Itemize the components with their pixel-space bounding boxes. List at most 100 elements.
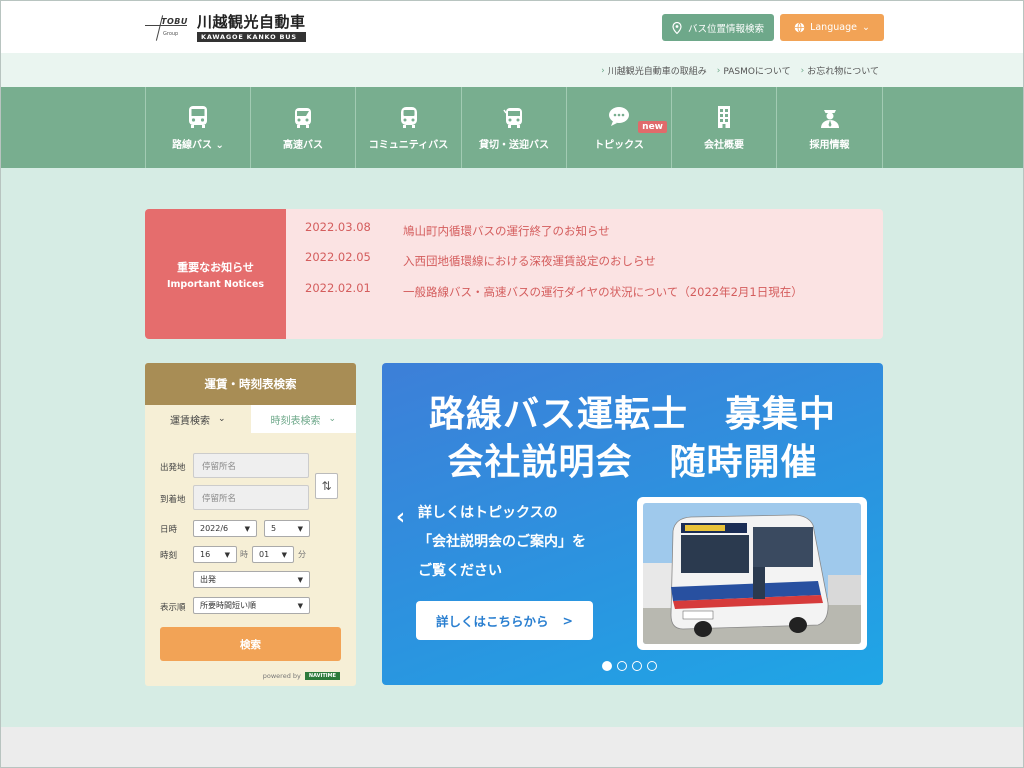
slider-dot-1[interactable] bbox=[602, 661, 612, 671]
swap-arrows-icon: ⇅ bbox=[321, 479, 332, 493]
banner-details-button[interactable]: 詳しくはこちらから > bbox=[416, 601, 593, 640]
arrival-input[interactable]: 停留所名 bbox=[193, 485, 309, 510]
swap-stops-button[interactable]: ⇅ bbox=[315, 473, 338, 499]
nav-item-recruit[interactable]: 採用情報 bbox=[777, 87, 883, 168]
charter-bus-icon bbox=[503, 107, 522, 128]
banner-title-line1: 路線バス運転士 募集中 bbox=[428, 394, 836, 435]
chevron-down-icon: ⌄ bbox=[328, 414, 337, 424]
hour-select[interactable]: 16 ▼ bbox=[193, 546, 237, 563]
nav-label-company: 会社概要 bbox=[704, 139, 744, 151]
group-text: Group bbox=[163, 31, 179, 37]
tab-timetable-search[interactable]: 時刻表検索 ⌄ bbox=[250, 405, 356, 433]
nav-item-charter-bus[interactable]: 貸切・送迎バス bbox=[462, 87, 567, 168]
notice-date: 2022.02.01 bbox=[305, 281, 371, 295]
chevron-right-icon: > bbox=[562, 613, 573, 628]
chevron-down-icon: ⌄ bbox=[861, 22, 870, 33]
date-label: 日時 bbox=[160, 525, 178, 535]
sort-order-select[interactable]: 所要時間短い順 ▼ bbox=[193, 597, 310, 614]
banner-title-line2: 会社説明会 随時開催 bbox=[447, 442, 818, 483]
slider-dot-4[interactable] bbox=[647, 661, 657, 671]
notice-item[interactable]: 2022.02.01 一般路線バス・高速バスの運行ダイヤの状況について（2022… bbox=[305, 281, 863, 304]
time-label: 時刻 bbox=[160, 551, 178, 561]
utility-link-initiatives[interactable]: › 川越観光自動車の取組み bbox=[601, 64, 707, 78]
order-label: 表示順 bbox=[160, 603, 186, 613]
search-button[interactable]: 検索 bbox=[160, 627, 341, 661]
notices-heading-en: Important Notices bbox=[166, 278, 264, 290]
main-nav: 路線バス ⌄ 高速バス コミュニティバス 貸切・送迎バス トピックス new 会… bbox=[1, 87, 1023, 168]
powered-by: powered by NAVITIME bbox=[263, 672, 340, 680]
minute-select[interactable]: 01 ▼ bbox=[252, 546, 294, 563]
notice-title: 鳩山町内循環バスの運行終了のお知らせ bbox=[403, 224, 610, 238]
nav-label-topics: トピックス bbox=[594, 139, 644, 151]
fare-timetable-search: 運賃・時刻表検索 運賃検索 ⌄ 時刻表検索 ⌄ 出発地 停留所名 到着地 停留所名 … bbox=[145, 363, 356, 686]
slider-dot-3[interactable] bbox=[632, 661, 642, 671]
nav-item-company[interactable]: 会社概要 bbox=[672, 87, 777, 168]
utility-links-bar: › 川越観光自動車の取組み › PASMOについて › お忘れ物について bbox=[1, 53, 1023, 87]
dropdown-triangle-icon: ▼ bbox=[244, 524, 250, 533]
nav-label-highway-bus: 高速バス bbox=[283, 139, 323, 151]
recruit-banner-slider[interactable]: 路線バス運転士 募集中 会社説明会 随時開催 詳しくはトピックスの 「会社説明会… bbox=[382, 363, 883, 685]
slider-dot-2[interactable] bbox=[617, 661, 627, 671]
date-month-select[interactable]: 2022/6 ▼ bbox=[193, 520, 257, 537]
company-name-en: KAWAGOE KANKO BUS bbox=[197, 31, 306, 42]
notice-item[interactable]: 2022.03.08 鳩山町内循環バスの運行終了のお知らせ bbox=[305, 220, 863, 243]
company-name-jp: 川越観光自動車 bbox=[197, 12, 306, 31]
slider-prev-arrow-icon[interactable]: ‹ bbox=[396, 505, 405, 530]
nav-label-community-bus: コミュニティバス bbox=[368, 139, 449, 151]
dropdown-triangle-icon: ▼ bbox=[297, 524, 303, 533]
dropdown-triangle-icon: ▼ bbox=[297, 575, 303, 584]
nav-item-highway-bus[interactable]: 高速バス bbox=[251, 87, 356, 168]
important-notices: 重要なお知らせ Important Notices 2022.03.08 鳩山町… bbox=[145, 209, 883, 339]
dropdown-triangle-icon: ▼ bbox=[297, 601, 303, 610]
tobu-group-logo: TOBU Group bbox=[145, 13, 187, 41]
notice-date: 2022.02.05 bbox=[305, 250, 371, 264]
tab-fare-search[interactable]: 運賃検索 ⌄ bbox=[145, 405, 251, 433]
chevron-right-icon: › bbox=[716, 65, 721, 76]
navitime-logo[interactable]: NAVITIME bbox=[304, 672, 340, 680]
hour-unit: 時 bbox=[240, 550, 248, 559]
chevron-right-icon: › bbox=[601, 65, 605, 76]
chevron-right-icon: › bbox=[800, 65, 805, 76]
date-day-select[interactable]: 5 ▼ bbox=[264, 520, 310, 537]
slider-dots bbox=[602, 661, 657, 671]
nav-item-community-bus[interactable]: コミュニティバス bbox=[356, 87, 462, 168]
notice-title: 一般路線バス・高速バスの運行ダイヤの状況について（2022年2月1日現在） bbox=[403, 285, 803, 299]
highway-bus-icon bbox=[295, 107, 311, 128]
notices-heading: 重要なお知らせ Important Notices bbox=[145, 209, 286, 339]
chevron-down-icon: ⌄ bbox=[217, 414, 226, 424]
bus-image bbox=[643, 503, 861, 644]
site-logo[interactable]: TOBU Group 川越観光自動車 KAWAGOE KANKO BUS bbox=[145, 11, 306, 43]
nav-item-topics[interactable]: トピックス new bbox=[567, 87, 672, 168]
nav-label-recruit: 採用情報 bbox=[809, 139, 850, 151]
nav-item-route-bus[interactable]: 路線バス ⌄ bbox=[145, 87, 251, 168]
bus-location-label: バス位置情報検索 bbox=[687, 23, 764, 35]
chevron-down-icon: ⌄ bbox=[215, 139, 224, 151]
language-button[interactable]: Language ⌄ bbox=[780, 14, 884, 41]
language-label: Language bbox=[810, 22, 857, 33]
utility-link-pasmo[interactable]: › PASMOについて bbox=[716, 64, 791, 78]
map-pin-icon bbox=[672, 21, 682, 34]
departure-input[interactable]: 停留所名 bbox=[193, 453, 309, 478]
departure-label: 出発地 bbox=[160, 463, 186, 473]
new-badge: new bbox=[638, 121, 667, 133]
utility-link-lost-items[interactable]: › お忘れ物について bbox=[800, 64, 879, 78]
nav-label-charter-bus: 貸切・送迎バス bbox=[479, 139, 549, 151]
search-tabs: 運賃検索 ⌄ 時刻表検索 ⌄ bbox=[145, 405, 356, 433]
bus-location-button[interactable]: バス位置情報検索 bbox=[662, 14, 774, 41]
notice-item[interactable]: 2022.02.05 入西団地循環線における深夜運賃設定のおしらせ bbox=[305, 250, 863, 273]
notice-date: 2022.03.08 bbox=[305, 220, 371, 234]
bus-photo bbox=[637, 497, 867, 650]
departure-arrival-mode-select[interactable]: 出発 ▼ bbox=[193, 571, 310, 588]
minute-unit: 分 bbox=[298, 550, 306, 559]
arrival-label: 到着地 bbox=[160, 495, 186, 505]
speech-bubble-icon bbox=[609, 106, 629, 126]
bus-icon bbox=[189, 105, 207, 128]
site-header: TOBU Group 川越観光自動車 KAWAGOE KANKO BUS バス位… bbox=[1, 1, 1023, 53]
person-icon bbox=[820, 109, 839, 128]
notices-heading-jp: 重要なお知らせ bbox=[177, 260, 254, 274]
community-bus-icon bbox=[400, 106, 417, 128]
footer-band bbox=[1, 727, 1023, 767]
notice-title: 入西団地循環線における深夜運賃設定のおしらせ bbox=[403, 254, 656, 268]
search-panel-title: 運賃・時刻表検索 bbox=[145, 363, 356, 405]
dropdown-triangle-icon: ▼ bbox=[224, 550, 230, 559]
